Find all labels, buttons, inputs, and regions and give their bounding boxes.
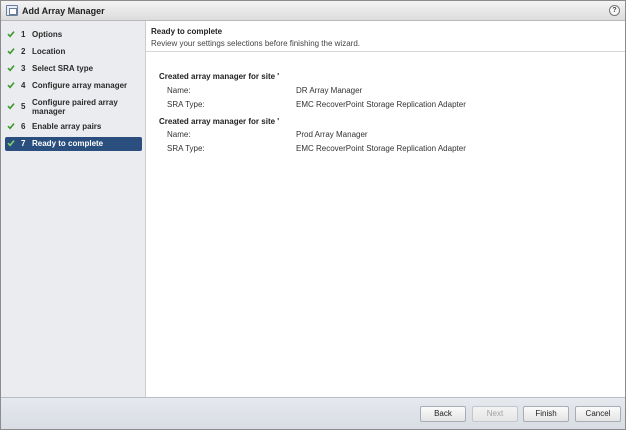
step-label: Select SRA type	[32, 64, 94, 73]
step-label: Options	[32, 30, 63, 39]
name-value: Prod Array Manager	[296, 130, 368, 139]
checkmark-icon	[7, 65, 15, 72]
name-label: Name:	[167, 130, 191, 139]
step-number: 1	[21, 30, 26, 39]
step-select-sra-type[interactable]: 3 Select SRA type	[5, 62, 142, 76]
checkmark-icon	[7, 123, 15, 130]
step-number: 7	[21, 139, 26, 148]
title-bar: Add Array Manager ?	[1, 1, 625, 21]
sra-type-label: SRA Type:	[167, 144, 205, 153]
step-configure-paired-array-manager[interactable]: 5 Configure paired array manager	[5, 96, 142, 118]
window-icon	[6, 5, 18, 16]
name-label: Name:	[167, 86, 191, 95]
wizard-footer: Back Next Finish Cancel	[1, 397, 625, 429]
step-label: Location	[32, 47, 66, 56]
wizard-steps-panel: 1 Options 2 Location 3 Select SRA type 4…	[1, 21, 146, 397]
step-location[interactable]: 2 Location	[5, 45, 142, 59]
checkmark-icon	[7, 103, 15, 110]
step-configure-array-manager[interactable]: 4 Configure array manager	[5, 79, 142, 93]
back-button[interactable]: Back	[420, 406, 466, 422]
cancel-button[interactable]: Cancel	[575, 406, 621, 422]
step-ready-to-complete[interactable]: 7 Ready to complete	[5, 137, 142, 151]
step-number: 4	[21, 81, 26, 90]
content-panel: Ready to complete Review your settings s…	[146, 21, 625, 397]
finish-button[interactable]: Finish	[523, 406, 569, 422]
header-divider	[146, 51, 625, 52]
checkmark-icon	[7, 48, 15, 55]
step-label: Configure paired array manager	[32, 98, 118, 116]
step-label: Ready to complete	[32, 139, 104, 148]
sra-type-value: EMC RecoverPoint Storage Replication Ada…	[296, 144, 466, 153]
next-button[interactable]: Next	[472, 406, 518, 422]
help-icon[interactable]: ?	[609, 5, 620, 16]
page-title: Ready to complete	[151, 27, 223, 36]
sra-type-value: EMC RecoverPoint Storage Replication Ada…	[296, 100, 466, 109]
checkmark-icon	[7, 140, 15, 147]
page-subtitle: Review your settings selections before f…	[151, 39, 360, 48]
step-label: Enable array pairs	[32, 122, 102, 131]
dialog-title: Add Array Manager	[22, 6, 105, 16]
sra-type-label: SRA Type:	[167, 100, 205, 109]
site-summary-title: Created array manager for site '	[159, 72, 280, 81]
step-number: 3	[21, 64, 26, 73]
step-number: 5	[21, 102, 26, 111]
name-value: DR Array Manager	[296, 86, 363, 95]
step-options[interactable]: 1 Options	[5, 28, 142, 42]
step-label: Configure array manager	[32, 81, 128, 90]
add-array-manager-dialog: Add Array Manager ? 1 Options 2 Location…	[0, 0, 626, 430]
checkmark-icon	[7, 31, 15, 38]
checkmark-icon	[7, 82, 15, 89]
step-enable-array-pairs[interactable]: 6 Enable array pairs	[5, 120, 142, 134]
step-number: 6	[21, 122, 26, 131]
site-summary-title: Created array manager for site '	[159, 117, 280, 126]
step-number: 2	[21, 47, 26, 56]
